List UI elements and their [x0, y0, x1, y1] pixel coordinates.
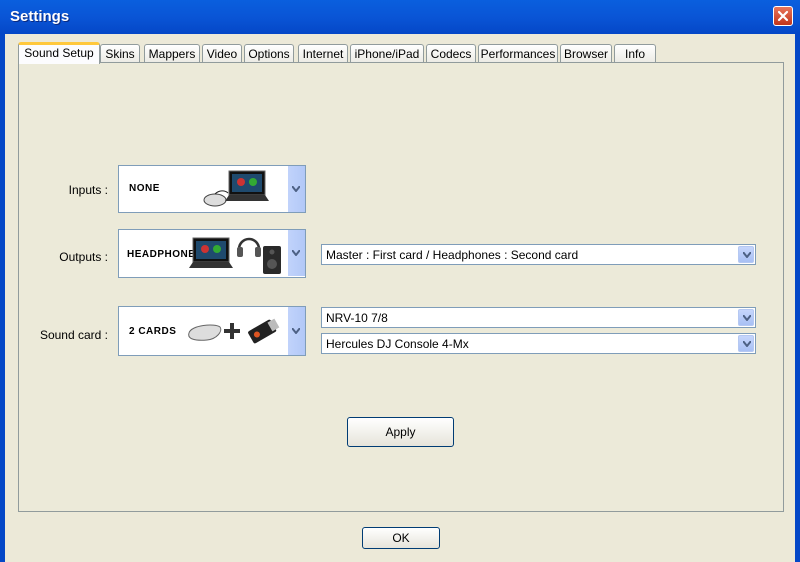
outputs-mode-select[interactable]: Master : First card / Headphones : Secon…	[321, 244, 756, 265]
outputs-dropdown-button[interactable]	[287, 230, 305, 276]
outputs-label: Outputs :	[59, 250, 108, 264]
tab-browser[interactable]: Browser	[560, 44, 612, 62]
outputs-mode-dropdown-button[interactable]	[738, 246, 754, 263]
tab-skins[interactable]: Skins	[100, 44, 140, 62]
dropdown-arrow-icon	[292, 250, 300, 256]
tab-internet[interactable]: Internet	[298, 44, 348, 62]
card2-select[interactable]: Hercules DJ Console 4-Mx	[321, 333, 756, 354]
laptop-icon	[225, 170, 269, 201]
window-title: Settings	[10, 8, 70, 25]
window-frame-right	[795, 34, 800, 562]
dropdown-arrow-icon	[743, 340, 751, 347]
close-button[interactable]	[773, 6, 793, 26]
usb-soundcard-icon	[248, 318, 280, 344]
inputs-caption: NONE	[129, 183, 160, 194]
tab-iphone-ipad[interactable]: iPhone/iPad	[350, 44, 424, 62]
apply-button[interactable]: Apply	[347, 417, 454, 447]
tab-options[interactable]: Options	[244, 44, 294, 62]
tab-video[interactable]: Video	[202, 44, 242, 62]
outputs-selector[interactable]: HEADPHONES	[118, 229, 306, 278]
outputs-mode-value: Master : First card / Headphones : Secon…	[326, 248, 579, 262]
tab-performances[interactable]: Performances	[478, 44, 558, 62]
sound-card-caption: 2 CARDS	[129, 326, 177, 337]
card1-select[interactable]: NRV-10 7/8	[321, 307, 756, 328]
sound-card-selector[interactable]: 2 CARDS	[118, 306, 306, 356]
dropdown-arrow-icon	[743, 251, 751, 258]
tab-sound-setup[interactable]: Sound Setup	[18, 42, 100, 64]
window-frame-left	[0, 34, 5, 562]
title-bar[interactable]: Settings	[0, 0, 800, 34]
laptop-icon	[189, 237, 233, 268]
sound-card-label: Sound card :	[39, 328, 108, 342]
card2-value: Hercules DJ Console 4-Mx	[326, 337, 469, 351]
sound-card-dropdown-button[interactable]	[287, 307, 305, 355]
dropdown-arrow-icon	[743, 314, 751, 321]
close-icon	[777, 10, 789, 22]
inputs-selector[interactable]: NONE	[118, 165, 306, 213]
ok-button[interactable]: OK	[362, 527, 440, 549]
headphones-icon	[237, 237, 261, 257]
usb-soundcard-icon	[188, 324, 222, 341]
settings-window: Settings Sound Setup Skins Mappers Video…	[0, 0, 800, 562]
tab-info[interactable]: Info	[614, 44, 656, 62]
card2-dropdown-button[interactable]	[738, 335, 754, 352]
dropdown-arrow-icon	[292, 186, 300, 192]
card1-value: NRV-10 7/8	[326, 311, 388, 325]
dropdown-arrow-icon	[292, 328, 300, 334]
speaker-icon	[263, 246, 281, 274]
card1-dropdown-button[interactable]	[738, 309, 754, 326]
inputs-label: Inputs :	[68, 183, 108, 197]
plus-icon	[224, 323, 240, 339]
tab-codecs[interactable]: Codecs	[426, 44, 476, 62]
inputs-dropdown-button[interactable]	[287, 166, 305, 212]
tab-mappers[interactable]: Mappers	[144, 44, 200, 62]
